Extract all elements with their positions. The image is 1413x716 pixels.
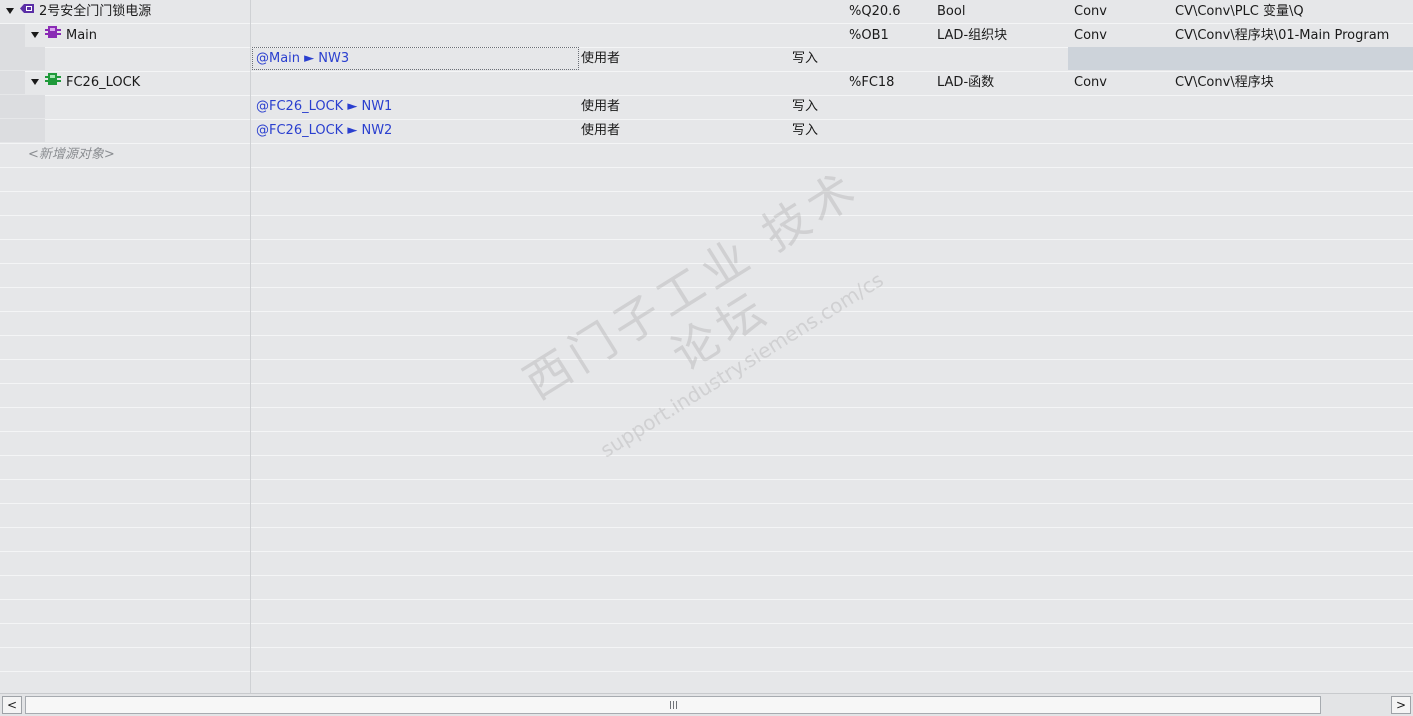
table-row[interactable]: FC26_LOCK %FC18 LAD-函数 Conv CV\Conv\程序块 <box>0 71 1413 94</box>
row-indent <box>0 71 25 94</box>
device-cell: Conv <box>1074 75 1107 90</box>
reference-link[interactable]: @FC26_LOCK ► NW2 <box>256 119 392 142</box>
table-row[interactable]: @FC26_LOCK ► NW1 使用者 写入 <box>0 95 1413 118</box>
table-row[interactable]: @FC26_LOCK ► NW2 使用者 写入 <box>0 119 1413 142</box>
scrollbar-thumb[interactable] <box>25 696 1321 714</box>
expand-triangle-icon[interactable] <box>31 31 39 38</box>
address-cell: %FC18 <box>849 75 895 90</box>
address-cell: %OB1 <box>849 28 889 43</box>
tree-cell: FC26_LOCK <box>31 71 140 94</box>
usage-cell: 使用者 <box>581 51 621 66</box>
expand-triangle-icon[interactable] <box>6 7 14 14</box>
organization-block-icon <box>45 23 61 46</box>
type-cell: Bool <box>937 4 966 19</box>
function-block-icon <box>45 70 61 93</box>
access-cell: 写入 <box>792 123 819 138</box>
table-row[interactable]: Main %OB1 LAD-组织块 Conv CV\Conv\程序块\01-Ma… <box>0 24 1413 47</box>
expand-triangle-icon[interactable] <box>31 78 39 85</box>
usage-cell: 使用者 <box>581 99 621 114</box>
address-cell: %Q20.6 <box>849 4 901 19</box>
device-cell: Conv <box>1074 28 1107 43</box>
scroll-right-button[interactable]: > <box>1391 696 1411 714</box>
table-row[interactable]: <新增源对象> <box>0 143 1413 166</box>
chevron-right-icon: > <box>1395 698 1407 712</box>
path-cell: CV\Conv\程序块\01-Main Program <box>1175 28 1390 43</box>
tree-cell: Main <box>31 24 97 47</box>
access-cell: 写入 <box>792 51 819 66</box>
selection-highlight <box>1068 47 1413 70</box>
chevron-left-icon: < <box>6 698 18 712</box>
path-cell: CV\Conv\PLC 变量\Q <box>1175 4 1304 19</box>
row-indent <box>0 47 45 70</box>
tree-cell: 2号安全门门锁电源 <box>6 0 151 23</box>
scroll-left-button[interactable]: < <box>2 696 22 714</box>
path-cell: CV\Conv\程序块 <box>1175 75 1274 90</box>
usage-cell: 使用者 <box>581 123 621 138</box>
access-cell: 写入 <box>792 99 819 114</box>
type-cell: LAD-组织块 <box>937 28 1008 43</box>
row-indent <box>0 119 45 142</box>
table-row[interactable]: @Main ► NW3 使用者 写入 <box>0 47 1413 70</box>
tree-label: Main <box>66 28 98 43</box>
horizontal-scrollbar[interactable]: < > <box>0 693 1413 716</box>
reference-link[interactable]: @Main ► NW3 <box>252 47 579 70</box>
row-indent <box>0 24 25 47</box>
type-cell: LAD-函数 <box>937 75 995 90</box>
cross-reference-table: 2号安全门门锁电源 %Q20.6 Bool Conv CV\Conv\PLC 变… <box>0 0 1413 693</box>
plc-tag-output-icon <box>20 0 34 22</box>
reference-link[interactable]: @FC26_LOCK ► NW1 <box>256 95 392 118</box>
device-cell: Conv <box>1074 4 1107 19</box>
tree-label: 2号安全门门锁电源 <box>39 4 152 19</box>
new-source-object-placeholder[interactable]: <新增源对象> <box>28 143 115 166</box>
table-row[interactable]: 2号安全门门锁电源 %Q20.6 Bool Conv CV\Conv\PLC 变… <box>0 0 1413 23</box>
row-indent <box>0 95 45 118</box>
tree-label: FC26_LOCK <box>66 75 141 90</box>
grip-icon <box>670 701 678 709</box>
